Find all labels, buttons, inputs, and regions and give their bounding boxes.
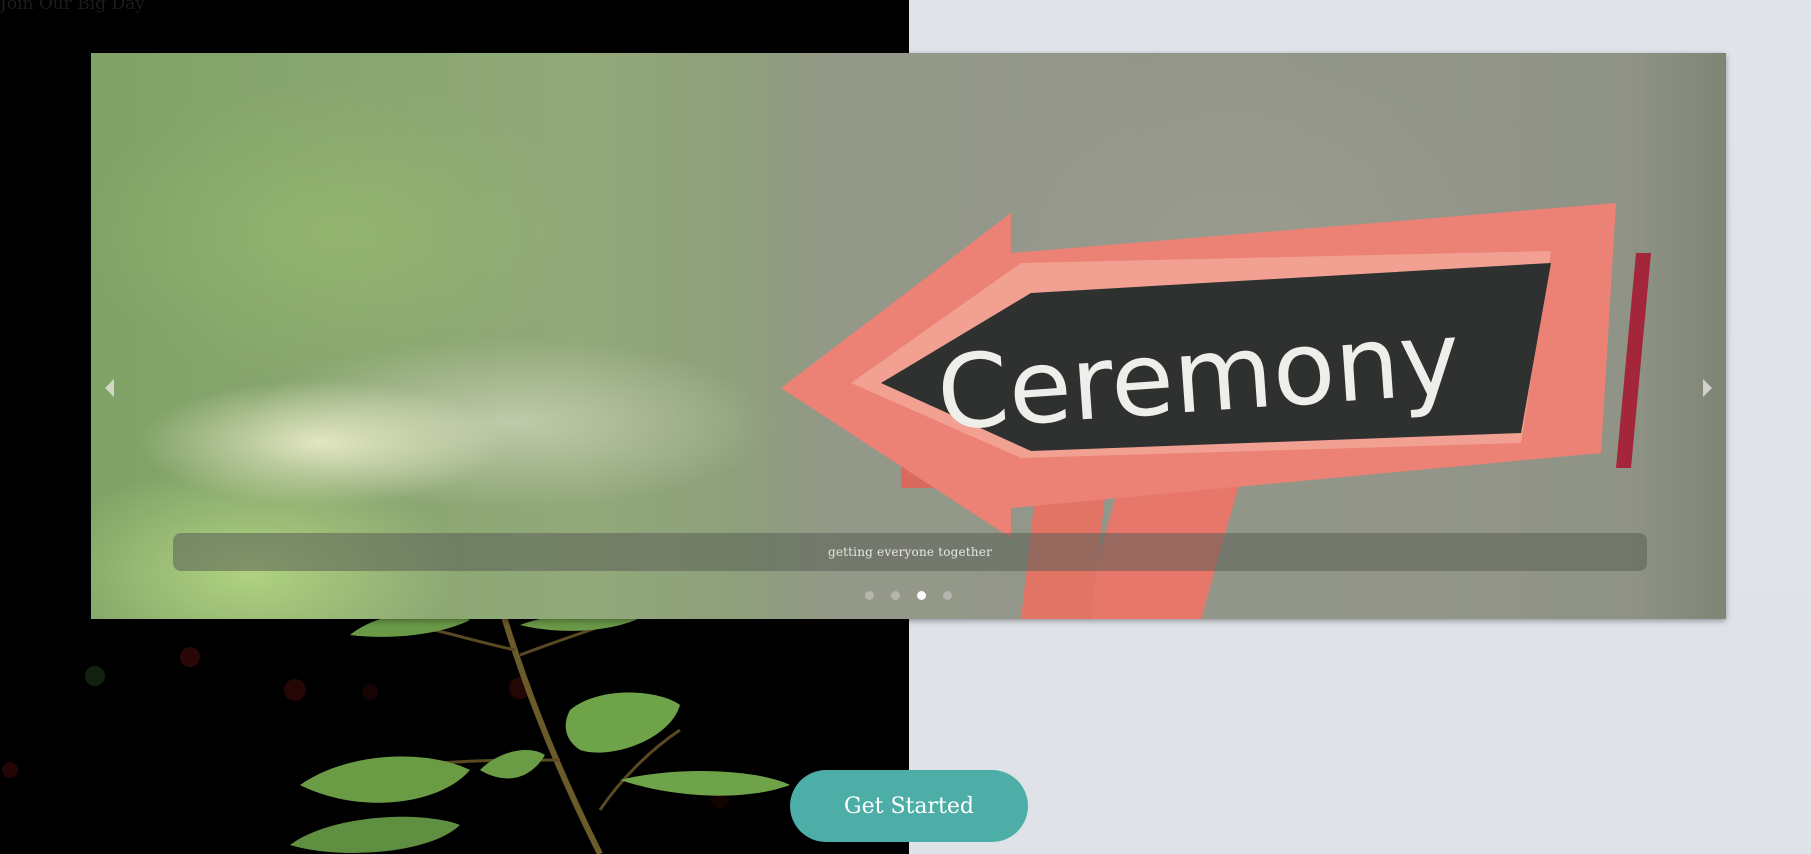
chevron-left-icon bbox=[105, 379, 114, 397]
plant-image bbox=[2, 610, 790, 854]
carousel-caption: getting everyone together bbox=[173, 533, 1647, 571]
carousel-dot-1[interactable] bbox=[865, 591, 874, 600]
get-started-button[interactable]: Get Started bbox=[790, 770, 1028, 842]
carousel-dot-4[interactable] bbox=[943, 591, 952, 600]
carousel-dot-3[interactable] bbox=[917, 591, 926, 600]
caption-text: getting everyone together bbox=[827, 545, 993, 559]
carousel-indicators bbox=[91, 591, 1726, 600]
page-title: Join Our Big Day bbox=[0, 0, 145, 14]
chevron-right-icon bbox=[1703, 379, 1712, 397]
carousel-next-button[interactable] bbox=[1698, 376, 1718, 400]
carousel-prev-button[interactable] bbox=[99, 376, 119, 400]
image-carousel: Ceremony getting everyone together bbox=[91, 53, 1726, 619]
carousel-dot-2[interactable] bbox=[891, 591, 900, 600]
